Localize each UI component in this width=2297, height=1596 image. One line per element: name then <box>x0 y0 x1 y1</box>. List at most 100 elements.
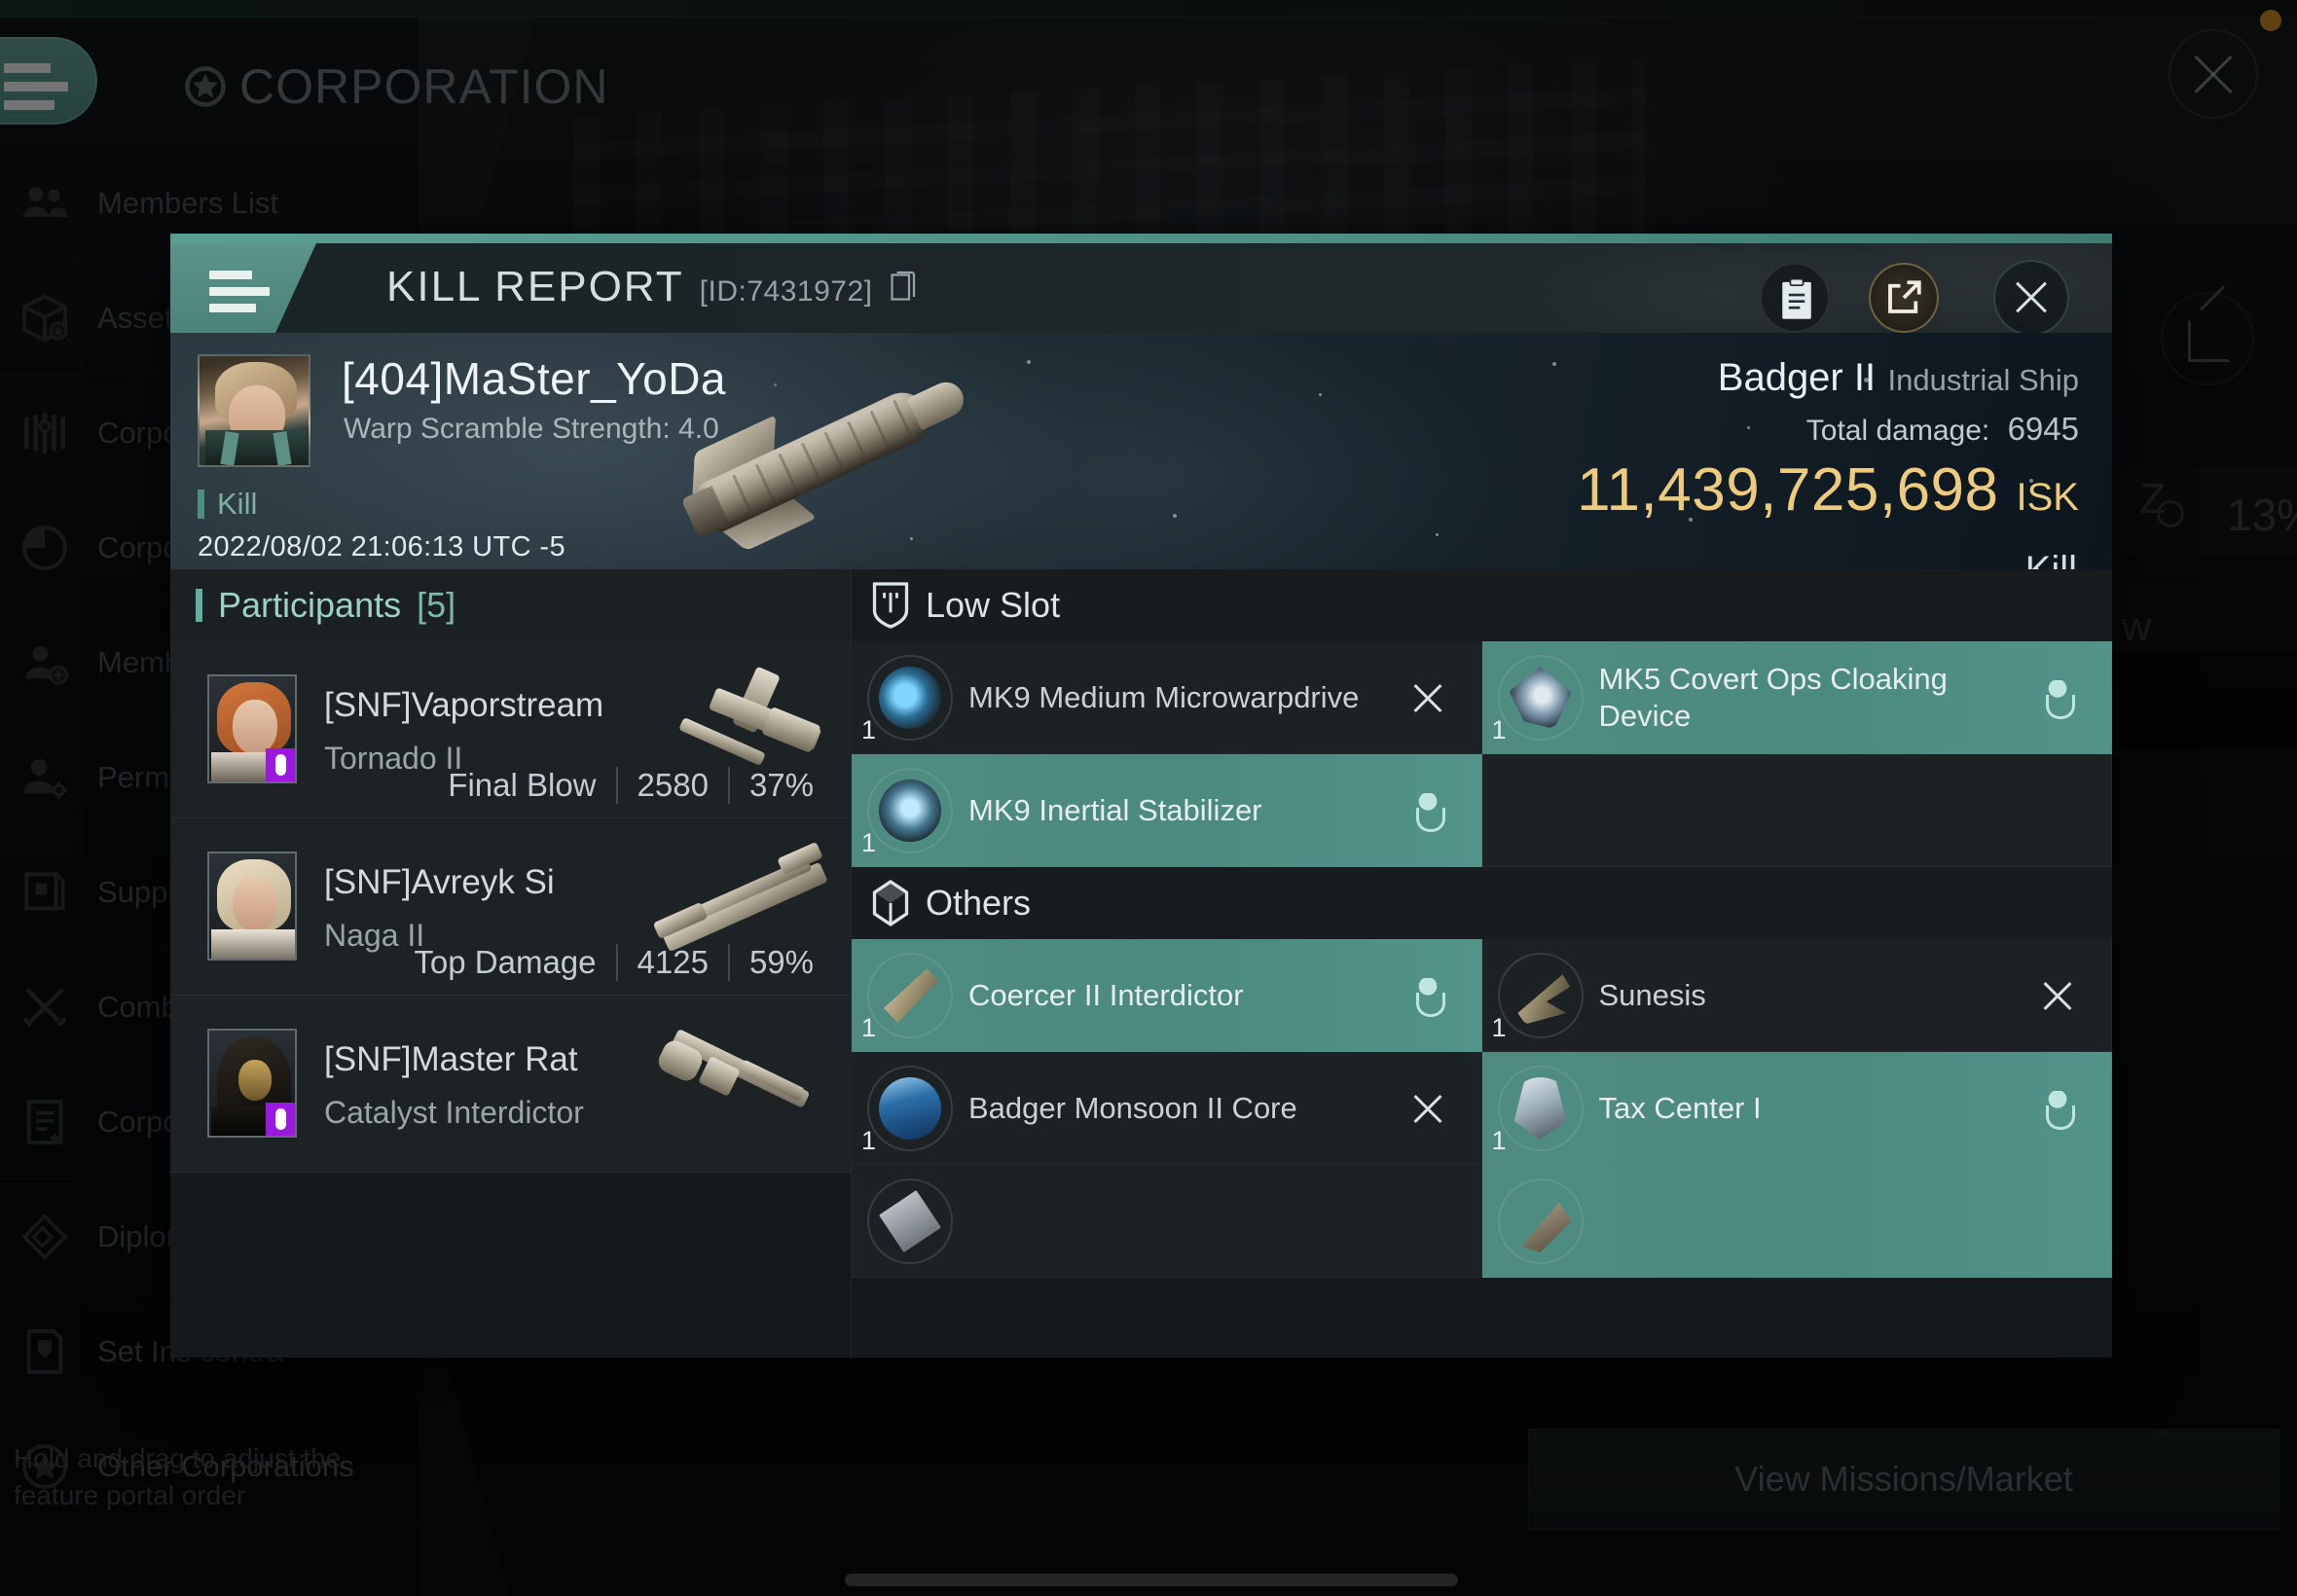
report-id: [ID:7431972] <box>699 275 873 308</box>
microwarpdrive-icon <box>867 655 953 741</box>
dialog-menu-button[interactable] <box>170 243 316 333</box>
tax-center-icon <box>1498 1066 1584 1151</box>
item-name: MK5 Covert Ops Cloaking Device <box>1598 661 1948 733</box>
kill-result-tag: Kill <box>198 487 257 522</box>
participant-damage: 4125 <box>615 944 728 981</box>
item-quantity: 1 <box>1491 1126 1507 1155</box>
total-damage-label: Total damage: <box>1805 415 1990 447</box>
participants-header: Participants [5] <box>170 569 851 641</box>
participant-row[interactable]: [SNF]Vaporstream Tornado II Final Blow 2… <box>170 641 851 818</box>
item-cell[interactable]: 1 MK9 Inertial Stabilizer <box>852 754 1482 867</box>
partial-item-a-icon <box>867 1179 953 1264</box>
participant-name: [SNF]Avreyk Si <box>324 863 555 901</box>
low-slot-items: 1 MK9 Medium Microwarpdrive 1 MK5 Covert… <box>852 641 2112 867</box>
participant-avatar <box>207 1029 297 1138</box>
catalyst-interdictor-ship-icon <box>648 1019 833 1126</box>
dropped-status-icon <box>1408 793 1446 832</box>
coercer-ii-icon <box>867 953 953 1038</box>
victim-name: [404]MaSter_YoDa <box>342 353 727 404</box>
total-damage: Total damage: 6945 <box>1806 411 2079 448</box>
others-items: 1 Coercer II Interdictor 1 Sunesis 1 Bad… <box>852 939 2112 1278</box>
dropped-status-icon <box>2039 680 2076 719</box>
sunesis-icon <box>1498 953 1584 1038</box>
kill-hero-banner: [404]MaSter_YoDa Warp Scramble Strength:… <box>170 333 2112 569</box>
kill-report-dialog: KILL REPORT [ID:7431972] [404]MaSter_YoD… <box>170 234 2112 1358</box>
low-slot-header: Low Slot <box>852 569 2112 641</box>
participant-tag: Top Damage <box>414 944 597 980</box>
others-label: Others <box>926 883 1032 923</box>
item-cell[interactable]: 1 Tax Center I <box>1481 1052 2112 1165</box>
isk-value-line: 11,439,725,698 ISK <box>1577 455 2079 525</box>
kill-timestamp: 2022/08/02 21:06:13 UTC -5 <box>198 531 565 562</box>
item-name: Coercer II Interdictor <box>968 977 1244 1012</box>
item-cell[interactable]: 1 Coercer II Interdictor <box>852 939 1482 1052</box>
participants-panel: Participants [5] [SNF]Vaporstream Tornad… <box>170 569 852 1358</box>
low-slot-label: Low Slot <box>926 585 1061 625</box>
partial-item-b-icon <box>1498 1179 1584 1264</box>
participant-avatar <box>207 674 297 783</box>
item-quantity: 1 <box>861 1126 877 1155</box>
item-cell[interactable] <box>852 1165 1482 1278</box>
close-dialog-button[interactable] <box>1993 260 2069 333</box>
clipboard-report-icon <box>1782 277 1811 319</box>
participant-name: [SNF]Master Rat <box>324 1040 578 1078</box>
item-name: MK9 Medium Microwarpdrive <box>968 679 1360 714</box>
victim-ship-class: Industrial Ship <box>1887 363 2079 397</box>
header-background-art <box>1236 243 2112 333</box>
participant-percent: 59% <box>727 944 833 981</box>
item-quantity: 1 <box>1491 1013 1507 1042</box>
isk-amount: 11,439,725,698 <box>1577 456 1999 524</box>
item-quantity: 1 <box>861 1013 877 1042</box>
destroyed-status-icon <box>1409 1091 1446 1128</box>
naga-ii-ship-icon <box>648 841 833 953</box>
others-header: Others <box>852 867 2112 939</box>
items-panel: Low Slot 1 MK9 Medium Microwarpdrive 1 M… <box>852 569 2112 1358</box>
share-external-icon <box>1888 280 1921 313</box>
participant-damage: 2580 <box>615 767 728 804</box>
total-damage-value: 6945 <box>2007 411 2079 447</box>
item-cell[interactable] <box>1481 1165 2112 1278</box>
participant-avatar <box>207 852 297 961</box>
kill-tag-label: Kill <box>217 487 258 521</box>
victim-portrait[interactable] <box>198 354 310 467</box>
item-quantity: 1 <box>861 715 877 744</box>
item-name: Tax Center I <box>1598 1090 1762 1125</box>
isk-unit: ISK <box>2016 476 2079 519</box>
item-cell[interactable]: 1 Sunesis <box>1481 939 2112 1052</box>
item-cell[interactable]: 1 MK9 Medium Microwarpdrive <box>852 641 1482 754</box>
kill-label: Kill <box>2025 549 2077 569</box>
capsuleer-badge-icon <box>266 748 295 781</box>
participant-percent: 37% <box>727 767 833 804</box>
items-scroll-area[interactable]: Low Slot 1 MK9 Medium Microwarpdrive 1 M… <box>852 569 2112 1358</box>
destroyed-status-icon <box>1409 680 1446 717</box>
copy-report-button[interactable] <box>1760 263 1830 333</box>
item-name: Badger Monsoon II Core <box>968 1090 1297 1125</box>
participant-row[interactable]: [SNF]Master Rat Catalyst Interdictor <box>170 996 851 1173</box>
badger-monsoon-core-icon <box>867 1066 953 1151</box>
dropped-status-icon <box>1408 978 1446 1017</box>
cloaking-device-icon <box>1498 655 1584 741</box>
dialog-title-label: KILL REPORT <box>386 263 684 310</box>
participant-tag: Final Blow <box>448 767 597 803</box>
hamburger-menu-icon <box>209 271 270 320</box>
share-report-button[interactable] <box>1869 263 1939 333</box>
participant-stats: Top Damage 4125 59% <box>394 944 833 981</box>
kill-tag-marker <box>198 490 204 519</box>
low-slot-icon <box>872 582 909 629</box>
item-quantity: 1 <box>861 828 877 857</box>
dialog-header: KILL REPORT [ID:7431972] <box>170 243 2112 333</box>
participant-name: [SNF]Vaporstream <box>324 686 604 724</box>
item-name: MK9 Inertial Stabilizer <box>968 792 1262 827</box>
copy-icon[interactable] <box>890 270 919 305</box>
participant-row[interactable]: [SNF]Avreyk Si Naga II Top Damage 4125 5… <box>170 818 851 996</box>
participants-label: Participants <box>218 585 402 625</box>
participant-ship: Catalyst Interdictor <box>324 1095 584 1130</box>
others-cube-icon <box>872 880 909 926</box>
item-cell[interactable]: 1 MK5 Covert Ops Cloaking Device <box>1481 641 2112 754</box>
capsuleer-badge-icon <box>266 1103 295 1136</box>
tornado-ii-ship-icon <box>648 665 833 772</box>
item-name: Sunesis <box>1598 977 1706 1012</box>
inertial-stabilizer-icon <box>867 768 953 853</box>
item-cell-empty <box>1481 754 2112 867</box>
item-cell[interactable]: 1 Badger Monsoon II Core <box>852 1052 1482 1165</box>
